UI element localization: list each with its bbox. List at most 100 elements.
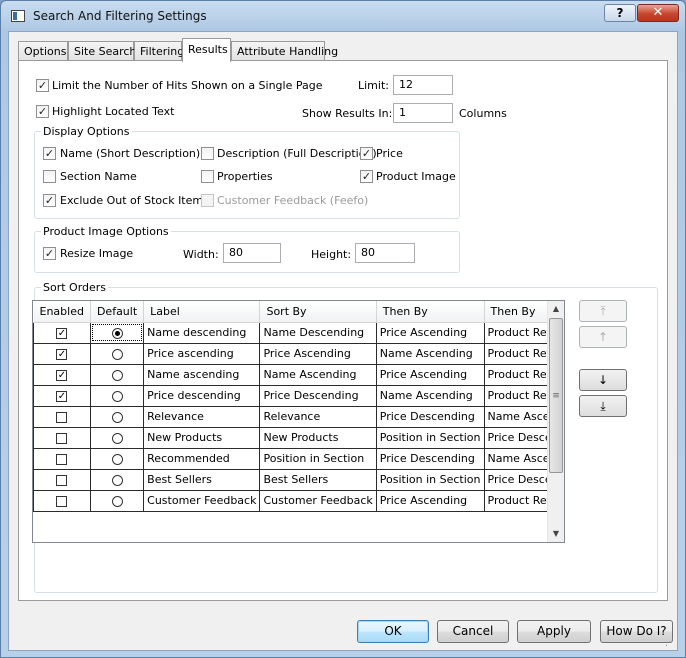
enabled-checkbox[interactable]: ✓ [56, 390, 68, 402]
grid-vertical-scrollbar[interactable]: ▲ ≡ ▼ [547, 301, 564, 542]
enabled-checkbox[interactable]: ✓ [56, 348, 68, 360]
default-cell[interactable] [89, 468, 145, 491]
table-row[interactable]: ✓ Price descending Price Descending Name As… [33, 384, 564, 407]
enabled-checkbox[interactable] [56, 495, 68, 507]
description-full-checkbox[interactable] [201, 147, 214, 160]
section-name-checkbox[interactable] [43, 170, 56, 183]
apply-button[interactable]: Apply [517, 620, 591, 643]
ok-button[interactable]: OK [357, 620, 429, 643]
sort-by-cell[interactable]: Relevance [259, 405, 377, 428]
sort-by-cell[interactable]: Name Ascending [259, 363, 377, 386]
sort-by-cell[interactable]: Price Descending [259, 384, 377, 407]
then-by-1-cell[interactable]: Name Ascending [375, 342, 485, 365]
label-cell[interactable]: Best Sellers [143, 468, 261, 491]
tab-options[interactable]: Options [18, 41, 68, 61]
sort-by-cell[interactable]: Position in Section [259, 447, 377, 470]
label-cell[interactable]: Price ascending [143, 342, 261, 365]
help-button[interactable]: ? [604, 4, 636, 22]
enabled-cell[interactable]: ✓ [33, 384, 91, 407]
sort-by-cell[interactable]: Best Sellers [259, 468, 377, 491]
sort-by-cell[interactable]: Customer Feedback [259, 489, 377, 512]
limit-input[interactable]: 12 [393, 75, 453, 95]
exclude-out-of-stock-checkbox[interactable]: ✓ [43, 194, 56, 207]
table-row[interactable]: ✓ Name descending Name Descending Price Asc… [33, 321, 564, 344]
price-checkbox[interactable]: ✓ [360, 147, 373, 160]
move-up-button[interactable]: ↑ [579, 326, 627, 348]
default-radio[interactable] [111, 495, 123, 507]
sort-by-cell[interactable]: Price Ascending [259, 342, 377, 365]
default-radio[interactable] [111, 411, 123, 423]
table-row[interactable]: Best Sellers Best Sellers Position in Sect… [33, 468, 564, 491]
customer-feedback-checkbox[interactable] [201, 194, 214, 207]
tab-site-search[interactable]: Site Search [68, 41, 136, 61]
properties-checkbox[interactable] [201, 170, 214, 183]
table-row[interactable]: Customer Feedback Customer Feedback Price … [33, 489, 564, 512]
enabled-cell[interactable] [33, 447, 91, 470]
scroll-up-arrow-icon[interactable]: ▲ [548, 301, 564, 317]
how-do-i-button[interactable]: How Do I? [600, 620, 673, 643]
limit-hits-checkbox[interactable]: ✓ [36, 79, 49, 92]
highlight-checkbox[interactable]: ✓ [36, 105, 49, 118]
close-button[interactable]: ✕ [637, 4, 679, 22]
height-input[interactable]: 80 [355, 243, 415, 263]
then-by-1-cell[interactable]: Price Ascending [375, 489, 485, 512]
then-by-1-cell[interactable]: Price Descending [375, 405, 485, 428]
move-down-button[interactable]: ↓ [579, 369, 627, 391]
scroll-down-arrow-icon[interactable]: ▼ [548, 526, 564, 542]
name-short-checkbox[interactable]: ✓ [43, 147, 56, 160]
then-by-1-cell[interactable]: Price Ascending [375, 363, 485, 386]
then-by-1-cell[interactable]: Name Ascending [375, 384, 485, 407]
sort-by-cell[interactable]: Name Descending [259, 321, 377, 344]
move-to-bottom-button[interactable]: ⤓ [579, 395, 627, 417]
label-cell[interactable]: Name descending [143, 321, 261, 344]
default-radio[interactable] [111, 432, 123, 444]
default-cell[interactable] [89, 342, 145, 365]
product-image-checkbox[interactable]: ✓ [360, 170, 373, 183]
default-cell[interactable] [89, 489, 145, 512]
enabled-cell[interactable] [33, 426, 91, 449]
column-header-enabled[interactable]: Enabled [33, 301, 91, 323]
default-cell[interactable] [89, 384, 145, 407]
default-radio[interactable] [111, 453, 123, 465]
label-cell[interactable]: Relevance [143, 405, 261, 428]
column-header-sort-by[interactable]: Sort By [259, 301, 377, 323]
tab-results[interactable]: Results [182, 38, 231, 62]
default-cell[interactable] [89, 447, 145, 470]
column-header-default[interactable]: Default [90, 301, 145, 323]
default-radio[interactable] [111, 348, 123, 360]
enabled-cell[interactable] [33, 489, 91, 512]
enabled-checkbox[interactable] [56, 474, 68, 486]
default-radio[interactable] [111, 390, 123, 402]
column-header-then-by-1[interactable]: Then By [376, 301, 485, 323]
then-by-1-cell[interactable]: Position in Section [375, 426, 485, 449]
table-row[interactable]: ✓ Name ascending Name Ascending Price Ascen… [33, 363, 564, 386]
then-by-1-cell[interactable]: Price Descending [375, 447, 485, 470]
default-radio[interactable] [111, 474, 123, 486]
default-cell[interactable] [89, 363, 145, 386]
move-to-top-button[interactable]: ⤒ [579, 300, 627, 322]
enabled-cell[interactable]: ✓ [33, 342, 91, 365]
default-cell[interactable] [89, 405, 145, 428]
table-row[interactable]: Recommended Position in Section Price Desc… [33, 447, 564, 470]
enabled-checkbox[interactable] [56, 453, 68, 465]
show-results-in-input[interactable]: 1 [393, 103, 453, 123]
tab-filtering[interactable]: Filtering [134, 41, 184, 61]
default-cell[interactable] [89, 321, 145, 344]
resize-image-checkbox[interactable]: ✓ [43, 247, 56, 260]
enabled-cell[interactable]: ✓ [33, 363, 91, 386]
scroll-thumb[interactable]: ≡ [549, 318, 563, 473]
enabled-cell[interactable] [33, 405, 91, 428]
resize-grip-icon[interactable]: ⋰ [665, 638, 675, 648]
default-radio[interactable] [111, 327, 123, 339]
label-cell[interactable]: Customer Feedback [143, 489, 261, 512]
width-input[interactable]: 80 [223, 243, 281, 263]
enabled-checkbox[interactable]: ✓ [56, 369, 68, 381]
column-header-label[interactable]: Label [143, 301, 261, 323]
table-row[interactable]: ✓ Price ascending Price Ascending Name Asce… [33, 342, 564, 365]
table-row[interactable]: Relevance Relevance Price Descending Name A… [33, 405, 564, 428]
default-cell[interactable] [89, 426, 145, 449]
enabled-cell[interactable]: ✓ [33, 321, 91, 344]
enabled-cell[interactable] [33, 468, 91, 491]
enabled-checkbox[interactable]: ✓ [56, 327, 68, 339]
default-radio[interactable] [111, 369, 123, 381]
